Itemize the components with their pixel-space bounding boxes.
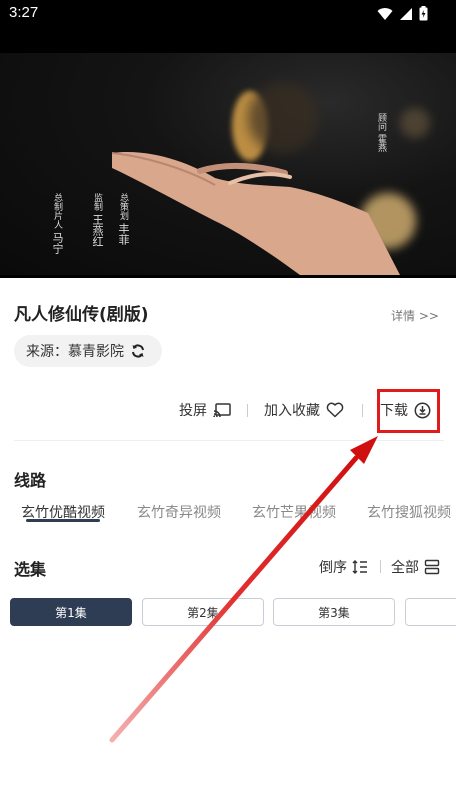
route-tab[interactable]: 玄竹芒果视频 [252, 502, 336, 522]
video-frame[interactable]: 总制片人 马宁 监制 王燕红 总策划 丰菲 顾问 霍燕 [0, 53, 456, 275]
route-tabs: 玄竹优酷视频 玄竹奇异视频 玄竹芒果视频 玄竹搜狐视频 [0, 502, 456, 532]
video-credits-mid2: 总策划 丰菲 [116, 193, 130, 245]
video-credits-right: 顾问 霍燕 [374, 113, 388, 152]
wifi-icon [377, 7, 393, 20]
routes-heading: 线路 [14, 471, 47, 490]
status-bar: 3:27 [0, 0, 456, 28]
route-tab[interactable]: 玄竹奇异视频 [137, 502, 221, 522]
heart-icon [326, 402, 344, 418]
credit-role: 总制片人 [52, 193, 62, 229]
credit-name: 丰菲 [117, 222, 130, 245]
action-separator [362, 404, 363, 417]
all-episodes-button[interactable]: 全部 [391, 557, 440, 577]
active-route-indicator [26, 519, 100, 522]
battery-icon [419, 6, 428, 21]
episode-button[interactable]: 第1集 [10, 598, 132, 626]
episode-button[interactable]: 第3集 [273, 598, 395, 626]
sort-icon [352, 560, 367, 574]
episode-button[interactable]: 第2集 [142, 598, 264, 626]
video-credits-mid: 监制 王燕红 [90, 193, 104, 247]
refresh-icon[interactable] [130, 343, 146, 359]
cast-label: 投屏 [179, 403, 207, 419]
status-time: 3:27 [9, 4, 39, 21]
tools-separator [380, 560, 381, 573]
episodes-heading: 选集 [14, 560, 47, 579]
favorite-label: 加入收藏 [264, 403, 320, 419]
credit-name: 王燕红 [91, 213, 104, 247]
annotation-highlight-box [377, 389, 440, 433]
status-icons [377, 6, 428, 21]
credit-role: 总策划 [118, 193, 128, 220]
sort-order-label: 倒序 [319, 560, 347, 576]
credit-role: 监制 [92, 193, 102, 211]
video-credits-left: 总制片人 马宁 [50, 193, 64, 254]
credit-role: 顾问 [376, 113, 386, 131]
source-label: 来源：慕青影院 [26, 344, 124, 360]
sort-order-button[interactable]: 倒序 [319, 557, 368, 577]
show-title: 凡人修仙传(剧版) [14, 305, 149, 325]
episode-button[interactable] [405, 598, 456, 626]
grid-icon [424, 559, 440, 575]
credit-name: 马宁 [51, 231, 64, 254]
details-link[interactable]: 详情 >> [391, 307, 439, 324]
all-episodes-label: 全部 [391, 560, 419, 576]
action-separator [247, 404, 248, 417]
cast-icon [213, 402, 231, 417]
section-divider [14, 440, 444, 441]
credit-name: 霍燕 [376, 133, 386, 152]
video-player[interactable]: 总制片人 马宁 监制 王燕红 总策划 丰菲 顾问 霍燕 [0, 28, 456, 278]
hand-image [111, 152, 400, 275]
favorite-button[interactable]: 加入收藏 [264, 400, 344, 420]
signal-icon [400, 7, 412, 20]
source-selector[interactable]: 来源：慕青影院 [14, 335, 162, 367]
cast-button[interactable]: 投屏 [179, 400, 231, 420]
route-tab[interactable]: 玄竹搜狐视频 [367, 502, 451, 522]
